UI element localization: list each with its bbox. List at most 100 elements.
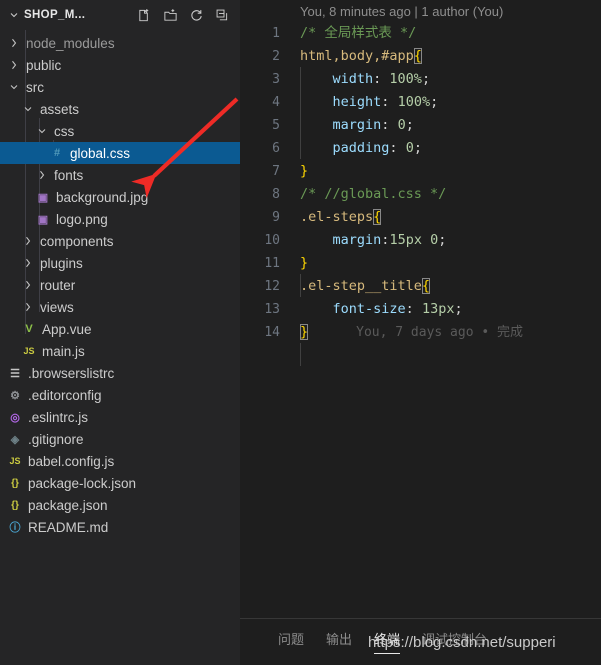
explorer-sidebar: SHOP_M... node_modules public src assets… xyxy=(0,0,240,665)
editor-indent-guide xyxy=(300,343,301,366)
tree-item-label: package.json xyxy=(28,497,108,513)
panel-tab-0[interactable]: 问题 xyxy=(278,629,304,654)
code-text: } xyxy=(300,255,309,271)
code-text: .el-step__title{ xyxy=(300,278,431,294)
tree-file-background-jpg[interactable]: ▣ background.jpg xyxy=(0,186,240,208)
chevron-down-icon[interactable] xyxy=(6,81,22,93)
tree-folder-router[interactable]: router xyxy=(0,274,240,296)
chevron-right-icon[interactable] xyxy=(34,169,50,181)
new-file-icon[interactable] xyxy=(137,8,152,23)
tree-item-label: global.css xyxy=(70,145,131,161)
tree-item-label: fonts xyxy=(54,167,84,183)
code-line[interactable]: 3 width: 100%; xyxy=(240,68,601,91)
new-folder-icon[interactable] xyxy=(163,8,178,23)
line-number: 13 xyxy=(264,302,280,317)
tree-folder-views[interactable]: views xyxy=(0,296,240,318)
chevron-down-icon[interactable] xyxy=(6,7,22,23)
chevron-right-icon[interactable] xyxy=(6,37,22,49)
js-file-icon: JS xyxy=(23,346,35,356)
tree-item-label: views xyxy=(40,299,74,315)
tree-file-package-lock-json[interactable]: {} package-lock.json xyxy=(0,472,240,494)
tree-item-label: plugins xyxy=(40,255,83,271)
image-file-icon: ▣ xyxy=(37,191,49,204)
tree-file-main-js[interactable]: JS main.js xyxy=(0,340,240,362)
tree-file-app-vue[interactable]: V App.vue xyxy=(0,318,240,340)
chevron-right-icon[interactable] xyxy=(20,257,36,269)
tree-file-editorconfig[interactable]: ⚙ .editorconfig xyxy=(0,384,240,406)
tree-item-label: assets xyxy=(40,101,80,117)
panel-tab-3[interactable]: 调试控制台 xyxy=(422,629,487,654)
chevron-right-icon[interactable] xyxy=(6,59,22,71)
code-line[interactable]: 1 /* 全局样式表 */ xyxy=(240,22,601,45)
tree-file-babel-config-js[interactable]: JS babel.config.js xyxy=(0,450,240,472)
code-content[interactable]: 1 /* 全局样式表 */ 2 html,body,#app{3 width: 100… xyxy=(240,22,601,366)
workspace-title: SHOP_M... xyxy=(24,9,86,21)
tree-item-label: src xyxy=(26,79,44,95)
file-tree[interactable]: node_modulespublic src assets css # global.cs… xyxy=(0,30,240,538)
code-text: height: 100%; xyxy=(332,94,439,110)
tree-item-label: css xyxy=(54,123,75,139)
chevron-right-icon[interactable] xyxy=(20,279,36,291)
code-line[interactable]: 5 margin: 0; xyxy=(240,114,601,137)
tree-file-readme-md[interactable]: ⓘ README.md xyxy=(0,516,240,538)
tree-item-label: logo.png xyxy=(56,211,108,227)
tree-folder-node-modules[interactable]: node_modules xyxy=(0,32,240,54)
code-line[interactable]: 14} You, 7 days ago • 完成 xyxy=(240,321,601,344)
tree-file-global-css[interactable]: # global.css xyxy=(0,142,240,164)
chevron-down-icon[interactable] xyxy=(20,103,36,115)
code-text: /* //global.css */ xyxy=(300,186,447,202)
tree-item-label: babel.config.js xyxy=(28,453,115,469)
code-line[interactable]: 4 height: 100%; xyxy=(240,91,601,114)
tree-folder-public[interactable]: public xyxy=(0,54,240,76)
tree-file-logo-png[interactable]: ▣ logo.png xyxy=(0,208,240,230)
tree-folder-components[interactable]: components xyxy=(0,230,240,252)
tree-item-label: background.jpg xyxy=(56,189,149,205)
image-file-icon: ▣ xyxy=(37,213,49,226)
json-file-icon: {} xyxy=(11,499,19,511)
tree-item-label: components xyxy=(40,233,114,249)
bottom-panel: 问题 输出 终端 调试控制台 xyxy=(240,618,601,665)
tree-item-label: README.md xyxy=(28,519,109,535)
code-line[interactable]: 6 padding: 0; xyxy=(240,137,601,160)
code-text: margin: 0; xyxy=(332,117,414,133)
code-line[interactable]: 10 margin:15px 0; xyxy=(240,229,601,252)
panel-tab-1[interactable]: 输出 xyxy=(326,629,352,654)
code-line[interactable]: 2 html,body,#app{ xyxy=(240,45,601,68)
line-number: 6 xyxy=(272,141,280,156)
tree-item-label: router xyxy=(40,277,76,293)
code-text: font-size: 13px; xyxy=(332,301,463,317)
tree-item-label: .browserslistrc xyxy=(28,365,115,381)
code-editor[interactable]: You, 8 minutes ago | 1 author (You) 1 /* … xyxy=(240,0,601,665)
tree-item-label: .eslintrc.js xyxy=(28,409,89,425)
tree-item-label: App.vue xyxy=(42,321,92,337)
chevron-down-icon[interactable] xyxy=(34,125,50,137)
tree-item-label: public xyxy=(26,57,62,73)
collapse-all-icon[interactable] xyxy=(215,8,230,23)
tree-folder-assets[interactable]: assets xyxy=(0,98,240,120)
panel-tab-2[interactable]: 终端 xyxy=(374,629,401,654)
code-line[interactable]: 13 font-size: 13px; xyxy=(240,298,601,321)
code-line[interactable]: 11} xyxy=(240,252,601,275)
tree-file-package-json[interactable]: {} package.json xyxy=(0,494,240,516)
chevron-right-icon[interactable] xyxy=(20,235,36,247)
tree-item-label: node_modules xyxy=(26,35,115,51)
code-text: /* 全局样式表 */ xyxy=(300,25,417,41)
tree-folder-src[interactable]: src xyxy=(0,76,240,98)
code-line[interactable]: 12 .el-step__title{ xyxy=(240,275,601,298)
code-line[interactable]: 9 .el-steps{ xyxy=(240,206,601,229)
code-line[interactable]: 8 /* //global.css */ xyxy=(240,183,601,206)
gear-file-icon: ⚙ xyxy=(10,389,20,402)
tree-file-browserslistrc[interactable]: ☰ .browserslistrc xyxy=(0,362,240,384)
tree-file-gitignore[interactable]: ◈ .gitignore xyxy=(0,428,240,450)
tree-folder-css[interactable]: css xyxy=(0,120,240,142)
tree-folder-fonts[interactable]: fonts xyxy=(0,164,240,186)
code-line[interactable]: 7} xyxy=(240,160,601,183)
tree-file-eslintrc-js[interactable]: ◎ .eslintrc.js xyxy=(0,406,240,428)
panel-tab-list[interactable]: 问题 输出 终端 调试控制台 xyxy=(240,619,601,654)
chevron-right-icon[interactable] xyxy=(20,301,36,313)
explorer-header[interactable]: SHOP_M... xyxy=(0,0,240,30)
refresh-icon[interactable] xyxy=(189,8,204,23)
vue-file-icon: V xyxy=(25,323,33,335)
line-number: 14 xyxy=(264,325,280,340)
tree-folder-plugins[interactable]: plugins xyxy=(0,252,240,274)
